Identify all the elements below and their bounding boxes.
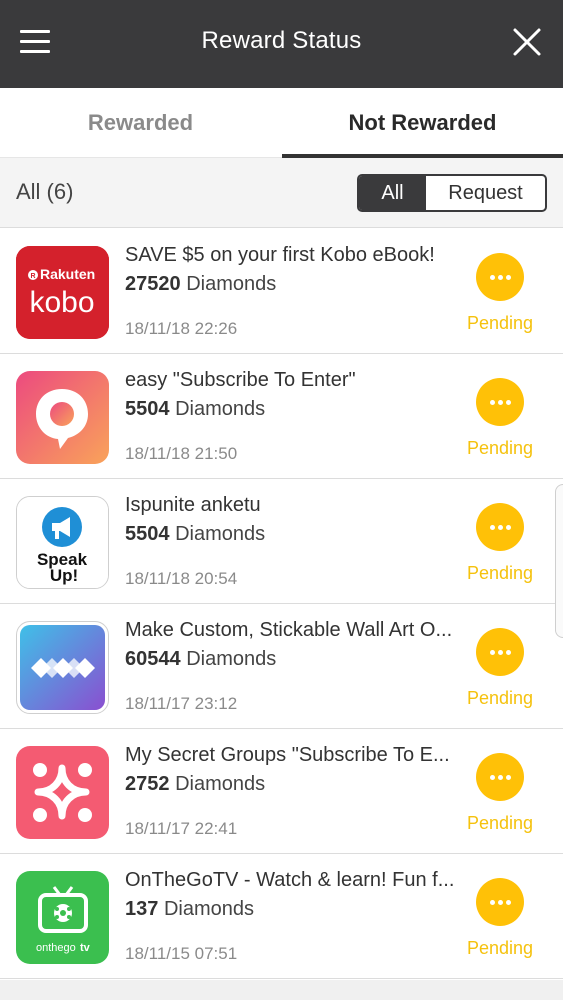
list-footer	[0, 980, 563, 1000]
list-item[interactable]: onthego tv OnTheGoTV - Watch & learn! Fu…	[0, 854, 563, 979]
item-date: 18/11/18 21:50	[125, 444, 238, 463]
svg-text:R: R	[30, 273, 35, 280]
more-options-icon[interactable]	[476, 503, 524, 551]
status-badge: Pending	[466, 438, 534, 458]
onthegotv-icon-word2: tv	[80, 942, 91, 954]
speech-bubble-app-icon	[16, 371, 109, 464]
item-reward: 137 Diamonds	[125, 898, 254, 920]
item-reward: 2752 Diamonds	[125, 773, 266, 795]
tab-not-rewarded[interactable]: Not Rewarded	[282, 88, 563, 158]
item-title: OnTheGoTV - Watch & learn! Fun f...	[125, 869, 455, 891]
item-reward: 60544 Diamonds	[125, 648, 277, 670]
list-item[interactable]: easy "Subscribe To Enter" 5504 Diamonds …	[0, 354, 563, 479]
status-badge: Pending	[466, 938, 534, 958]
speak-up-app-icon: Speak Up!	[16, 496, 109, 589]
scrollbar[interactable]	[555, 484, 563, 638]
item-title: Make Custom, Stickable Wall Art O...	[125, 619, 453, 641]
filter-all-button[interactable]: All	[359, 176, 426, 210]
onthegotv-app-icon: onthego tv	[16, 871, 109, 964]
filter-bar: All (6) All Request	[0, 158, 563, 228]
item-title: Ispunite anketu	[125, 494, 261, 516]
item-date: 18/11/18 22:26	[125, 319, 238, 338]
item-reward: 27520 Diamonds	[125, 273, 277, 295]
kobo-icon-brand: Rakuten	[40, 266, 95, 282]
status-badge: Pending	[466, 313, 534, 333]
more-options-icon[interactable]	[476, 753, 524, 801]
item-title: My Secret Groups "Subscribe To E...	[125, 744, 450, 766]
item-date: 18/11/17 23:12	[125, 694, 238, 713]
list-item[interactable]: R Rakuten kobo SAVE $5 on your first Kob…	[0, 229, 563, 354]
status-badge: Pending	[466, 813, 534, 833]
tab-rewarded[interactable]: Rewarded	[0, 88, 281, 158]
app-header: Reward Status	[0, 0, 563, 88]
more-options-icon[interactable]	[476, 628, 524, 676]
item-date: 18/11/17 22:41	[125, 819, 238, 838]
onthegotv-icon-word1: onthego	[36, 942, 76, 954]
kobo-app-icon: R Rakuten kobo	[16, 246, 109, 339]
status-badge: Pending	[466, 563, 534, 583]
item-date: 18/11/15 07:51	[125, 944, 238, 963]
status-badge: Pending	[466, 688, 534, 708]
item-reward: 5504 Diamonds	[125, 398, 266, 420]
item-reward: 5504 Diamonds	[125, 523, 266, 545]
filter-request-button[interactable]: Request	[426, 176, 545, 210]
diamond-tiles-app-icon	[16, 621, 109, 714]
list-item[interactable]: My Secret Groups "Subscribe To E... 2752…	[0, 729, 563, 854]
more-options-icon[interactable]	[476, 378, 524, 426]
kobo-icon-wordmark: kobo	[29, 286, 94, 319]
groups-app-icon	[16, 746, 109, 839]
more-options-icon[interactable]	[476, 878, 524, 926]
more-options-icon[interactable]	[476, 253, 524, 301]
close-icon[interactable]	[509, 24, 545, 60]
status-tabs: Rewarded Not Rewarded	[0, 88, 563, 158]
list-item[interactable]: Make Custom, Stickable Wall Art O... 605…	[0, 604, 563, 729]
item-count-label: All (6)	[16, 179, 74, 204]
item-title: SAVE $5 on your first Kobo eBook!	[125, 244, 435, 266]
item-date: 18/11/18 20:54	[125, 569, 238, 588]
item-title: easy "Subscribe To Enter"	[125, 369, 356, 391]
reward-list: R Rakuten kobo SAVE $5 on your first Kob…	[0, 229, 563, 979]
page-title: Reward Status	[201, 27, 362, 54]
filter-segmented-control: All Request	[357, 174, 547, 212]
list-item[interactable]: Speak Up! Ispunite anketu 5504 Diamonds …	[0, 479, 563, 604]
speak-up-icon-word2: Up!	[50, 566, 78, 585]
